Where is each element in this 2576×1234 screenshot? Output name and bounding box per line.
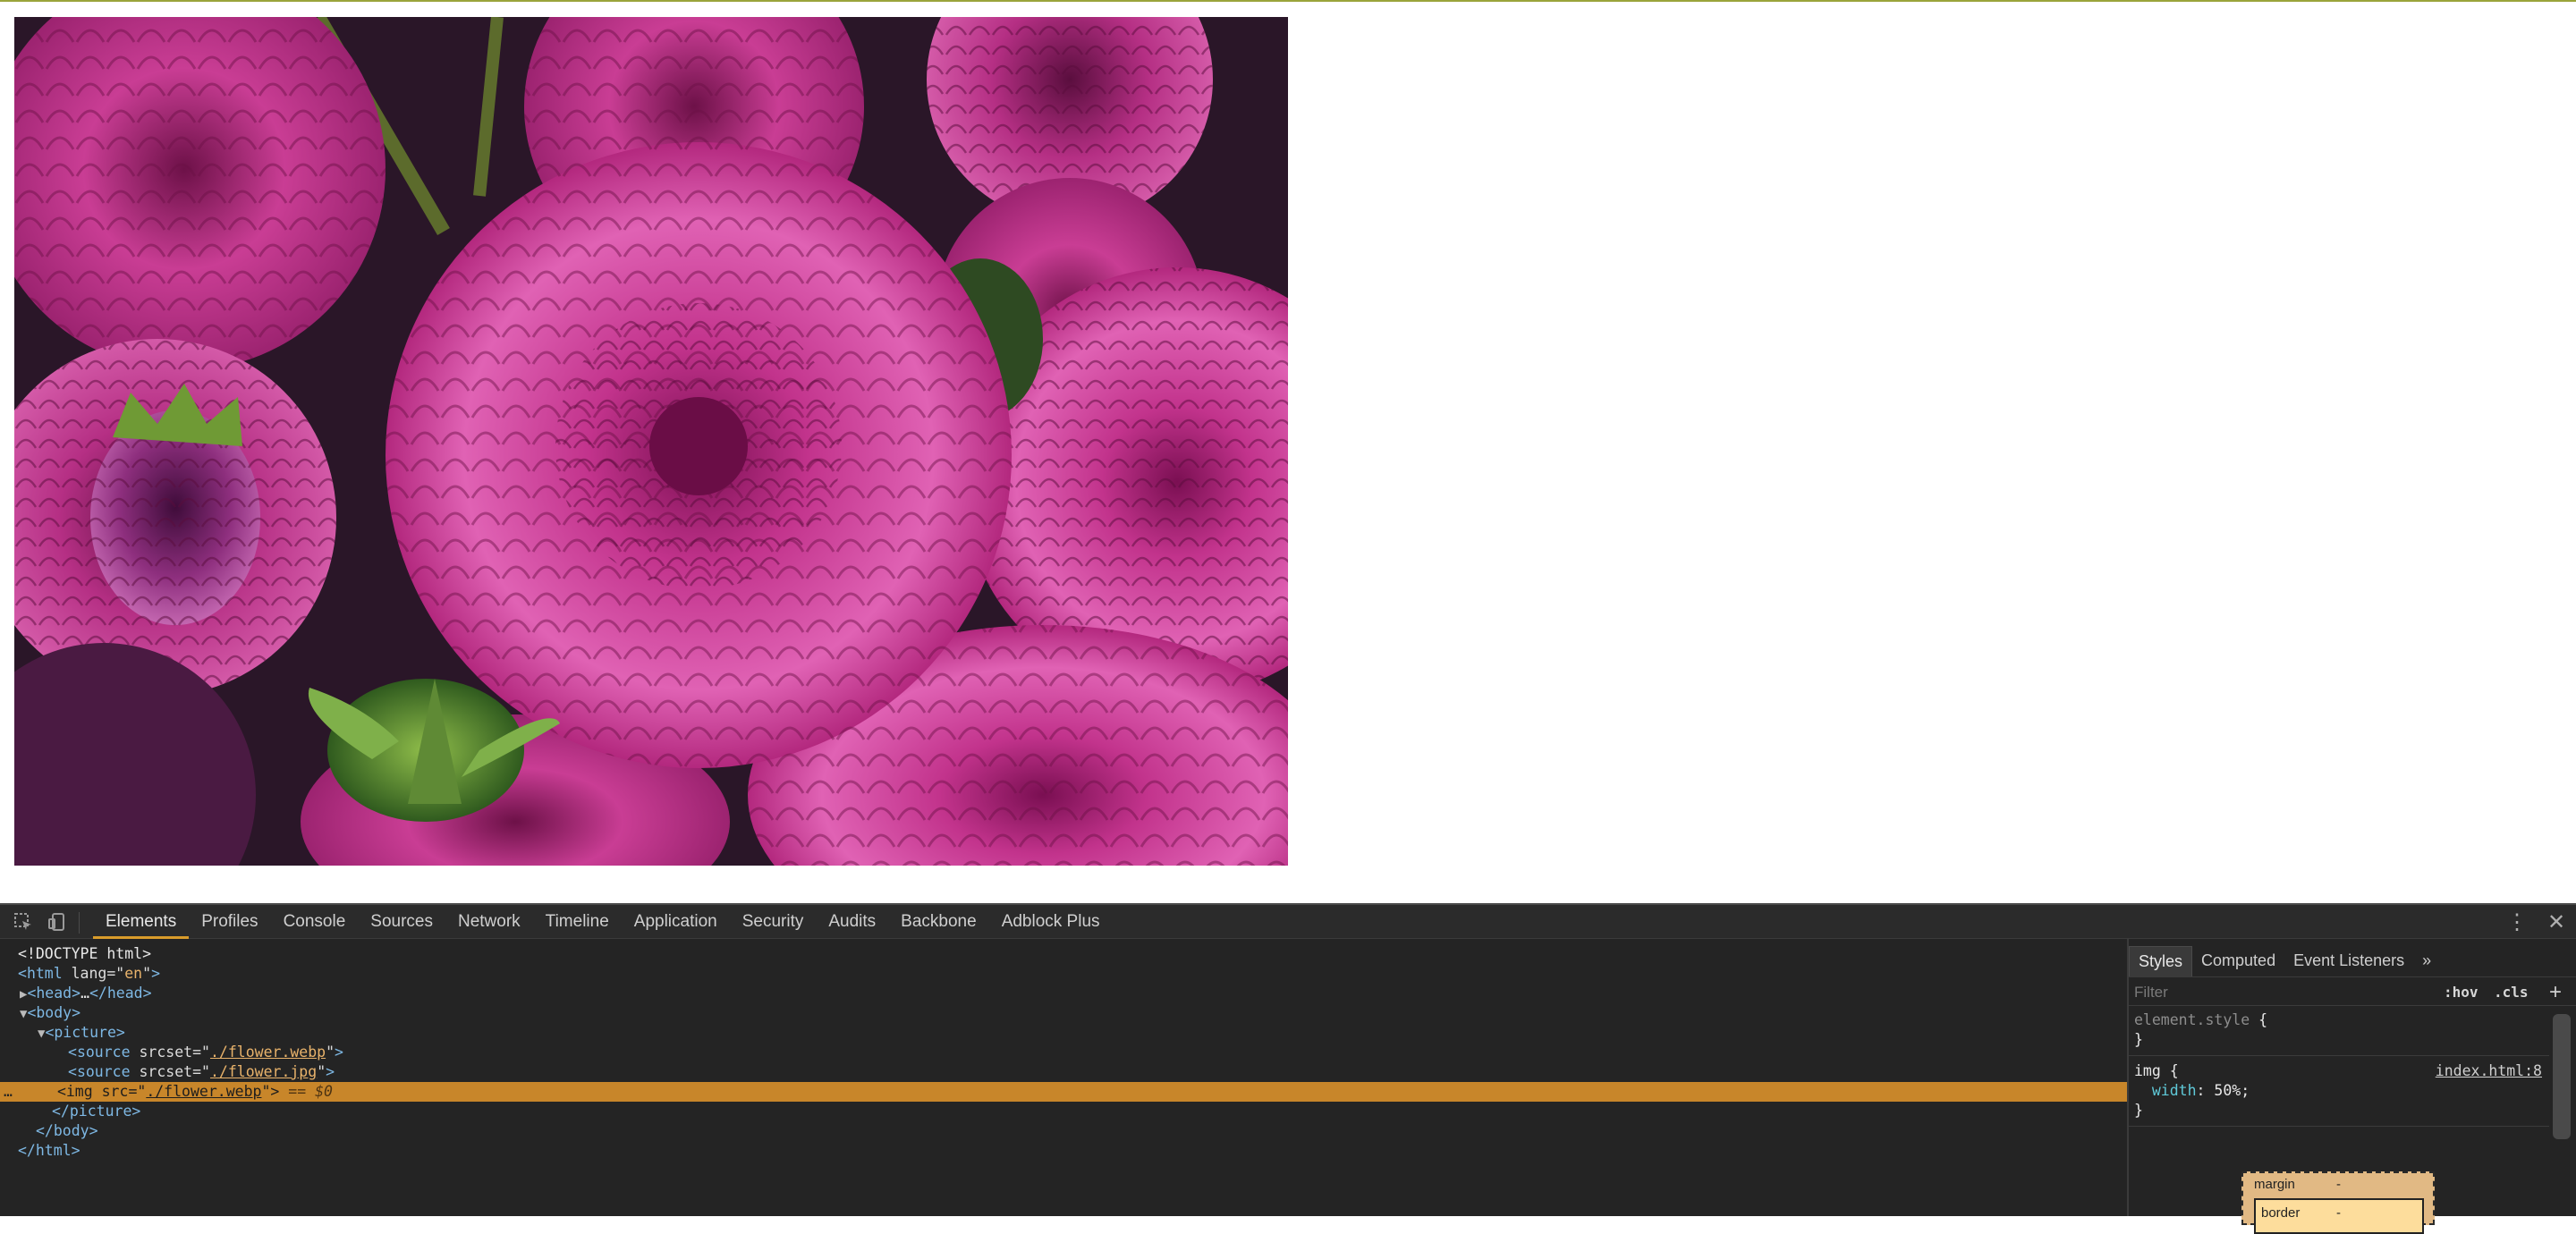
device-mode-icon[interactable] — [47, 912, 68, 934]
border-value[interactable]: - — [2336, 1205, 2341, 1221]
styles-tabs: Styles Computed Event Listeners » — [2129, 946, 2576, 977]
hover-state-toggle[interactable]: :hov — [2444, 984, 2479, 1001]
body-tag: body — [36, 1004, 72, 1021]
doctype-text: <!DOCTYPE html> — [18, 945, 152, 962]
margin-label: margin — [2254, 1177, 2295, 1192]
dom-node-source-jpg[interactable]: <source srcset="./flower.jpg"> — [0, 1062, 2127, 1082]
inspect-element-icon[interactable] — [13, 912, 34, 934]
source-jpg-link[interactable]: ./flower.jpg — [210, 1063, 317, 1080]
dom-node-html[interactable]: <html lang="en"> — [0, 964, 2127, 984]
close-icon[interactable]: ✕ — [2537, 910, 2576, 935]
element-style-selector: element.style — [2134, 1011, 2250, 1028]
styles-pane: Styles Computed Event Listeners » Filter… — [2129, 939, 2576, 1234]
border-label: border — [2261, 1205, 2301, 1221]
tab-application[interactable]: Application — [622, 905, 730, 939]
add-rule-button[interactable]: + — [2549, 980, 2562, 1005]
body-close-tag: body — [53, 1122, 89, 1139]
dom-tree: <!DOCTYPE html> <html lang="en"> ▶<head>… — [0, 939, 2127, 1216]
img-src-link[interactable]: ./flower.webp — [146, 1083, 261, 1100]
tab-security[interactable]: Security — [730, 905, 817, 939]
img-selector: img — [2134, 1062, 2161, 1079]
tab-styles[interactable]: Styles — [2129, 946, 2193, 976]
head-tag: head — [36, 985, 72, 1002]
width-property[interactable]: width — [2152, 1082, 2197, 1099]
tab-event-listeners[interactable]: Event Listeners — [2284, 946, 2413, 976]
picture-close-tag: picture — [69, 1103, 132, 1120]
tab-sources[interactable]: Sources — [358, 905, 445, 939]
collapse-arrow-icon[interactable]: ▼ — [0, 1027, 45, 1041]
dom-node-head[interactable]: ▶<head>…</head> — [0, 984, 2127, 1003]
box-model-diagram: margin - border - — [2241, 1171, 2435, 1234]
srcset-attr: srcset — [139, 1044, 193, 1061]
filter-input[interactable]: Filter — [2134, 984, 2168, 1002]
node-actions-ellipsis[interactable]: … — [0, 1083, 13, 1100]
source-webp-link[interactable]: ./flower.webp — [210, 1044, 326, 1061]
styles-scrollbar[interactable] — [2553, 1014, 2571, 1139]
dom-node-html-close[interactable]: </html> — [0, 1141, 2127, 1161]
element-style-rule[interactable]: element.style { — [2129, 1010, 2549, 1030]
dom-node-doctype[interactable]: <!DOCTYPE html> — [0, 944, 2127, 964]
tab-computed[interactable]: Computed — [2192, 946, 2284, 976]
collapse-arrow-icon[interactable]: ▼ — [0, 1007, 27, 1021]
tab-profiles[interactable]: Profiles — [189, 905, 270, 939]
source-tag: source — [76, 1044, 131, 1061]
img-tag: img — [65, 1083, 93, 1100]
picture-tag: picture — [54, 1024, 116, 1041]
dom-node-body-close[interactable]: </body> — [0, 1121, 2127, 1141]
margin-value[interactable]: - — [2336, 1177, 2341, 1192]
flower-image[interactable] — [14, 17, 1288, 866]
class-toggle[interactable]: .cls — [2494, 984, 2529, 1001]
selected-node-marker: == $0 — [288, 1083, 333, 1100]
html-lang-attr: lang — [71, 965, 107, 982]
more-tabs-icon[interactable]: » — [2413, 946, 2440, 976]
page-viewport — [0, 2, 2576, 903]
dom-node-picture[interactable]: ▼<picture> — [0, 1023, 2127, 1043]
tab-network[interactable]: Network — [445, 905, 533, 939]
rule-source-link[interactable]: index.html:8 — [2436, 1061, 2542, 1081]
tab-elements[interactable]: Elements — [93, 905, 190, 939]
toolbar-separator — [79, 912, 80, 934]
img-src-attr: src — [101, 1083, 129, 1100]
tab-backbone[interactable]: Backbone — [888, 905, 989, 939]
img-rule[interactable]: img {index.html:8 — [2129, 1061, 2549, 1081]
expand-arrow-icon[interactable]: ▶ — [0, 987, 27, 1002]
html-lang-value: en — [124, 965, 143, 982]
dom-node-body[interactable]: ▼<body> — [0, 1003, 2127, 1023]
dom-node-source-webp[interactable]: <source srcset="./flower.webp"> — [0, 1043, 2127, 1062]
style-rules: element.style { } img {index.html:8 widt… — [2129, 1010, 2549, 1132]
html-tag: html — [26, 965, 63, 982]
tab-adblock-plus[interactable]: Adblock Plus — [989, 905, 1113, 939]
head-collapsed-ellipsis: … — [80, 985, 89, 1002]
tab-timeline[interactable]: Timeline — [533, 905, 622, 939]
srcset-attr: srcset — [139, 1063, 193, 1080]
box-model-border: border - — [2254, 1198, 2424, 1234]
more-options-icon[interactable]: ⋮ — [2497, 910, 2537, 935]
flower-illustration — [14, 17, 1288, 866]
width-value[interactable]: 50%; — [2214, 1082, 2250, 1099]
html-close-tag: html — [35, 1142, 72, 1159]
head-close-tag: head — [106, 985, 143, 1002]
devtools-toolbar: Elements Profiles Console Sources Networ… — [0, 903, 2576, 939]
dom-node-img-selected[interactable]: … <img src="./flower.webp"> == $0 — [0, 1082, 2127, 1102]
devtools-window-controls: ⋮ ✕ — [2497, 910, 2576, 935]
devtools-panel: Elements Profiles Console Sources Networ… — [0, 903, 2576, 1234]
dom-node-picture-close[interactable]: </picture> — [0, 1102, 2127, 1121]
source-tag: source — [76, 1063, 131, 1080]
devtools-tabs: Elements Profiles Console Sources Networ… — [93, 905, 1113, 939]
styles-filter-bar: Filter :hov .cls + — [2129, 980, 2576, 1006]
tab-console[interactable]: Console — [271, 905, 359, 939]
tab-audits[interactable]: Audits — [816, 905, 888, 939]
